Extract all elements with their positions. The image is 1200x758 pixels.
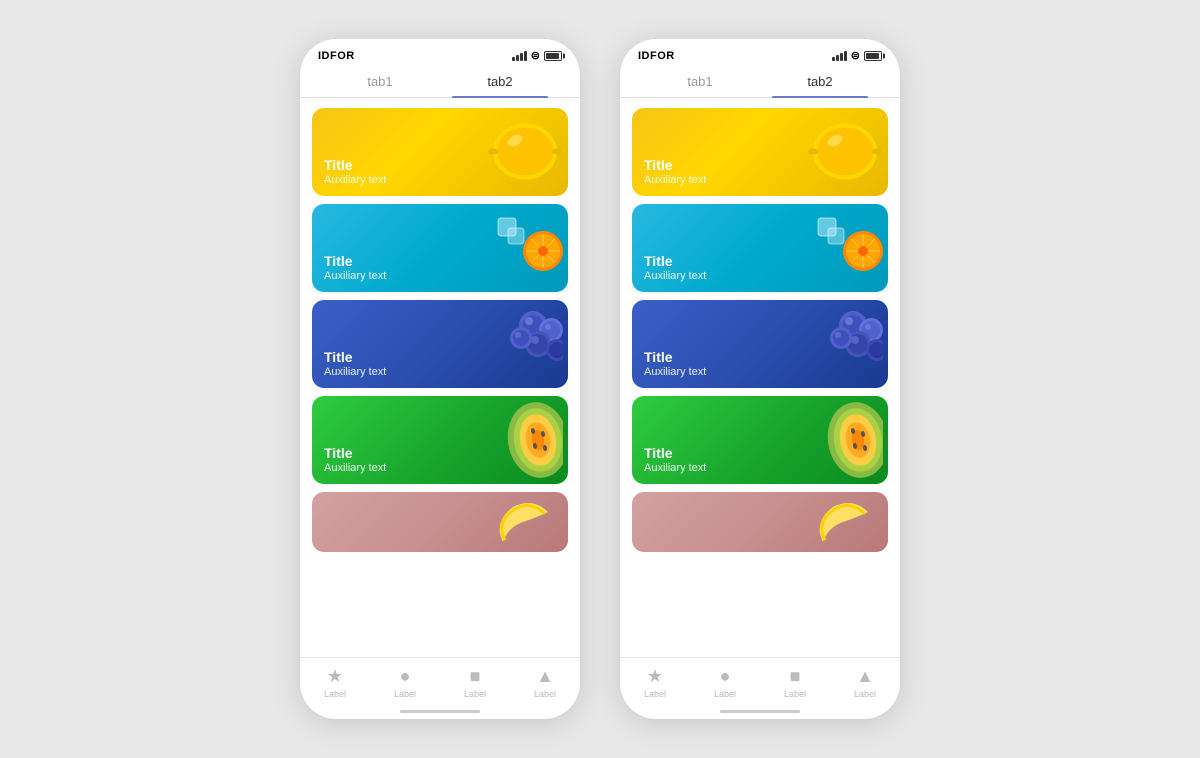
nav-item-star-2[interactable]: ★ Label xyxy=(644,666,666,699)
scroll-area-1: Title Auxiliary text xyxy=(300,98,580,657)
card-melon-2[interactable]: Title Auxiliary text xyxy=(632,396,888,484)
card-text-blueberry-2: Title Auxiliary text xyxy=(644,349,706,378)
circle-icon-1: ● xyxy=(400,666,411,687)
square-icon-1: ■ xyxy=(470,666,481,687)
card-title-lemon-2: Title xyxy=(644,157,706,174)
orange-svg-2 xyxy=(813,213,883,283)
phone-frame-2: IDFOR ⊜ tab1 tab2 xyxy=(620,39,900,719)
card-text-lemon-2: Title Auxiliary text xyxy=(644,157,706,186)
card-title-lemon-1: Title xyxy=(324,157,386,174)
bottom-nav-2: ★ Label ● Label ■ Label ▲ Label xyxy=(620,657,900,703)
card-blueberry-1[interactable]: Title Auxiliary text xyxy=(312,300,568,388)
card-text-orange-2: Title Auxiliary text xyxy=(644,253,706,282)
melon-svg-1 xyxy=(463,396,563,484)
nav-label-square-1: Label xyxy=(464,689,486,699)
card-orange-1[interactable]: Title Auxiliary text xyxy=(312,204,568,292)
card-aux-blueberry-2: Auxiliary text xyxy=(644,366,706,378)
card-banana-1[interactable] xyxy=(312,492,568,552)
nav-label-square-2: Label xyxy=(784,689,806,699)
nav-item-triangle-2[interactable]: ▲ Label xyxy=(854,666,876,699)
card-text-orange-1: Title Auxiliary text xyxy=(324,253,386,282)
home-bar-1 xyxy=(400,710,480,713)
nav-label-circle-1: Label xyxy=(394,689,416,699)
phone-frame-1: IDFOR ⊜ tab1 tab2 xyxy=(300,39,580,719)
banana-svg-1 xyxy=(483,492,563,552)
signal-icon-1 xyxy=(512,51,527,61)
star-icon-1: ★ xyxy=(327,666,343,687)
card-aux-orange-2: Auxiliary text xyxy=(644,270,706,282)
orange-svg-1 xyxy=(493,213,563,283)
card-banana-2[interactable] xyxy=(632,492,888,552)
brand-label-1: IDFOR xyxy=(318,50,355,62)
square-icon-2: ■ xyxy=(790,666,801,687)
wifi-icon-1: ⊜ xyxy=(531,49,540,62)
page-wrapper: IDFOR ⊜ tab1 tab2 xyxy=(300,39,900,719)
bottom-nav-1: ★ Label ● Label ■ Label ▲ Label xyxy=(300,657,580,703)
card-text-blueberry-1: Title Auxiliary text xyxy=(324,349,386,378)
nav-label-circle-2: Label xyxy=(714,689,736,699)
card-orange-2[interactable]: Title Auxiliary text xyxy=(632,204,888,292)
signal-icon-2 xyxy=(832,51,847,61)
nav-label-star-1: Label xyxy=(324,689,346,699)
card-lemon-2[interactable]: Title Auxiliary text xyxy=(632,108,888,196)
card-melon-1[interactable]: Title Auxiliary text xyxy=(312,396,568,484)
nav-label-triangle-2: Label xyxy=(854,689,876,699)
melon-svg-2 xyxy=(783,396,883,484)
card-aux-orange-1: Auxiliary text xyxy=(324,270,386,282)
nav-item-square-2[interactable]: ■ Label xyxy=(784,666,806,699)
nav-label-triangle-1: Label xyxy=(534,689,556,699)
lemon-svg-2 xyxy=(808,115,883,190)
triangle-icon-1: ▲ xyxy=(536,666,554,687)
card-aux-melon-2: Auxiliary text xyxy=(644,462,706,474)
nav-item-star-1[interactable]: ★ Label xyxy=(324,666,346,699)
card-aux-lemon-2: Auxiliary text xyxy=(644,174,706,186)
home-bar-2 xyxy=(720,710,800,713)
home-indicator-2 xyxy=(620,703,900,719)
wifi-icon-2: ⊜ xyxy=(851,49,860,62)
circle-icon-2: ● xyxy=(720,666,731,687)
status-icons-2: ⊜ xyxy=(832,49,882,62)
nav-item-triangle-1[interactable]: ▲ Label xyxy=(534,666,556,699)
card-title-orange-1: Title xyxy=(324,253,386,270)
card-text-melon-2: Title Auxiliary text xyxy=(644,445,706,474)
card-aux-melon-1: Auxiliary text xyxy=(324,462,386,474)
scroll-area-2: Title Auxiliary text xyxy=(620,98,900,657)
brand-label-2: IDFOR xyxy=(638,50,675,62)
star-icon-2: ★ xyxy=(647,666,663,687)
status-bar-1: IDFOR ⊜ xyxy=(300,39,580,66)
battery-icon-2 xyxy=(864,51,882,61)
card-text-melon-1: Title Auxiliary text xyxy=(324,445,386,474)
home-indicator-1 xyxy=(300,703,580,719)
tab-bar-2: tab1 tab2 xyxy=(620,66,900,98)
nav-label-star-2: Label xyxy=(644,689,666,699)
status-icons-1: ⊜ xyxy=(512,49,562,62)
tab1-2[interactable]: tab1 xyxy=(640,66,760,97)
card-lemon-1[interactable]: Title Auxiliary text xyxy=(312,108,568,196)
card-title-melon-2: Title xyxy=(644,445,706,462)
nav-item-circle-2[interactable]: ● Label xyxy=(714,666,736,699)
triangle-icon-2: ▲ xyxy=(856,666,874,687)
nav-item-circle-1[interactable]: ● Label xyxy=(394,666,416,699)
status-bar-2: IDFOR ⊜ xyxy=(620,39,900,66)
card-text-lemon-1: Title Auxiliary text xyxy=(324,157,386,186)
card-title-melon-1: Title xyxy=(324,445,386,462)
lemon-svg-1 xyxy=(488,115,563,190)
blueberry-svg-1 xyxy=(463,300,563,388)
tab2-1[interactable]: tab2 xyxy=(440,66,560,97)
tab2-2[interactable]: tab2 xyxy=(760,66,880,97)
card-blueberry-2[interactable]: Title Auxiliary text xyxy=(632,300,888,388)
card-title-blueberry-1: Title xyxy=(324,349,386,366)
banana-svg-2 xyxy=(803,492,883,552)
battery-icon-1 xyxy=(544,51,562,61)
blueberry-svg-2 xyxy=(783,300,883,388)
card-title-orange-2: Title xyxy=(644,253,706,270)
nav-item-square-1[interactable]: ■ Label xyxy=(464,666,486,699)
card-aux-lemon-1: Auxiliary text xyxy=(324,174,386,186)
card-title-blueberry-2: Title xyxy=(644,349,706,366)
tab1-1[interactable]: tab1 xyxy=(320,66,440,97)
card-aux-blueberry-1: Auxiliary text xyxy=(324,366,386,378)
tab-bar-1: tab1 tab2 xyxy=(300,66,580,98)
